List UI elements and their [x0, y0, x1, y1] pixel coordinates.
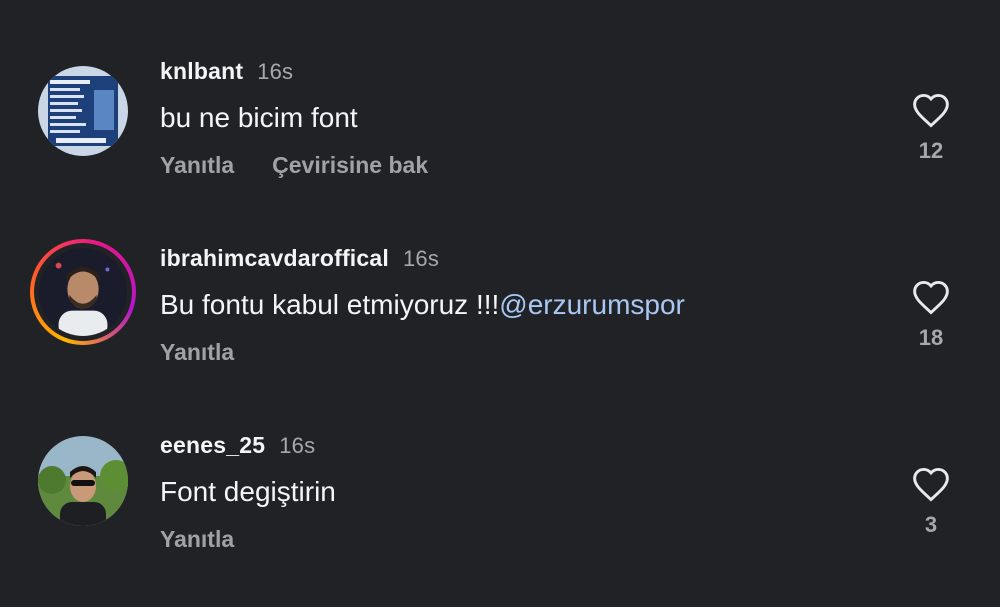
comment-item: knlbant 16s bu ne bicim font Yanıtla Çevir… — [0, 48, 1000, 198]
reply-button[interactable]: Yanıtla — [160, 526, 234, 552]
avatar[interactable] — [38, 436, 128, 526]
comment-body: Bu fontu kabul etmiyoruz !!! — [160, 289, 500, 320]
comment-header: knlbant 16s — [160, 58, 293, 85]
comment-header: ibrahimcavdaroffical 16s — [160, 245, 439, 272]
like-control: 18 — [908, 279, 954, 351]
comments-list: knlbant 16s bu ne bicim font Yanıtla Çevir… — [0, 0, 1000, 607]
timestamp: 16s — [279, 433, 316, 458]
reply-button[interactable]: Yanıtla — [160, 152, 234, 178]
mention-link[interactable]: @erzurumspor — [499, 289, 685, 320]
heart-outline-icon[interactable] — [911, 279, 951, 315]
comment-body: bu ne bicim font — [160, 102, 358, 133]
avatar[interactable] — [38, 66, 128, 156]
avatar-image — [38, 436, 128, 526]
comment-actions: Yanıtla — [160, 526, 234, 553]
avatar-image — [39, 248, 127, 336]
like-count: 18 — [918, 325, 944, 350]
like-control: 12 — [908, 92, 954, 164]
avatar-image — [38, 66, 128, 156]
heart-outline-icon[interactable] — [911, 466, 951, 502]
comment-item: eenes_25 16s Font degiştirin Yanıtla 3 — [0, 422, 1000, 572]
username[interactable]: eenes_25 — [160, 432, 265, 458]
comment-header: eenes_25 16s — [160, 432, 315, 459]
avatar-story-ring[interactable] — [30, 239, 136, 345]
timestamp: 16s — [402, 246, 440, 271]
timestamp: 16s — [257, 59, 294, 84]
comment-text: bu ne bicim font — [160, 102, 358, 134]
comment-body: Font degiştirin — [160, 476, 336, 507]
like-control: 3 — [908, 466, 954, 538]
comment-text: Font degiştirin — [160, 476, 336, 508]
comment-actions: Yanıtla Çevirisine bak — [160, 152, 428, 179]
comment-text: Bu fontu kabul etmiyoruz !!!@erzurumspor — [160, 289, 685, 321]
username[interactable]: knlbant — [160, 58, 243, 84]
reply-button[interactable]: Yanıtla — [160, 339, 234, 365]
comment-actions: Yanıtla — [160, 339, 234, 366]
comment-item: ibrahimcavdaroffical 16s Bu fontu kabul e… — [0, 235, 1000, 385]
username[interactable]: ibrahimcavdaroffical — [160, 245, 389, 271]
heart-outline-icon[interactable] — [911, 92, 951, 128]
see-translation-button[interactable]: Çevirisine bak — [272, 152, 428, 178]
like-count: 12 — [918, 138, 944, 163]
like-count: 3 — [924, 512, 938, 537]
